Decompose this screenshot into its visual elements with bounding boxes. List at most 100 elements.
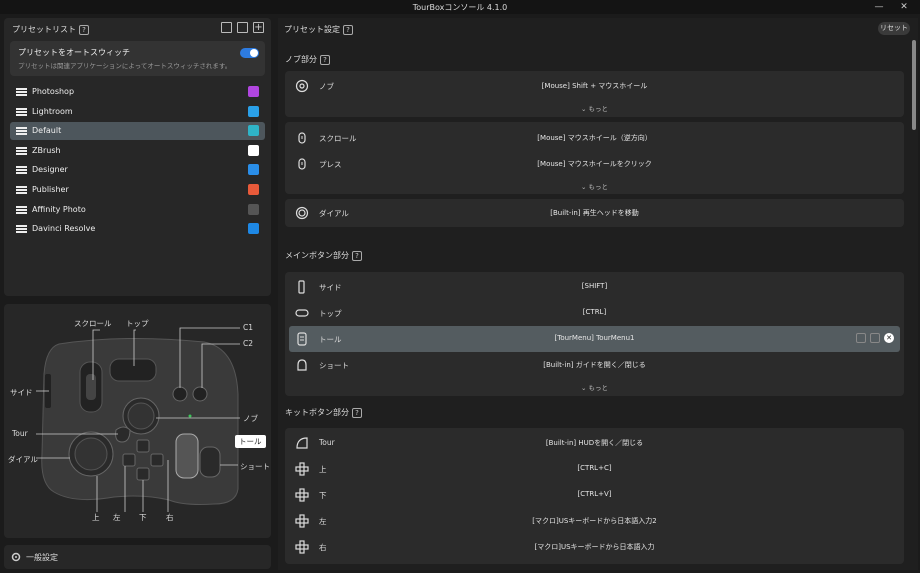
knob-card: ノブ [Mouse] Shift + マウスホイール ⌄ もっと — [285, 71, 904, 117]
preset-name: Publisher — [32, 185, 69, 194]
drag-handle-icon[interactable] — [16, 127, 27, 136]
preset-list-panel: プリセットリスト? + プリセットをオートスウィッチ プリセットは関連アプリケー… — [4, 18, 271, 296]
gear-icon — [11, 552, 21, 562]
preset-settings-panel: プリセット設定? リセット ノブ部分? ノブ [Mouse] Shift + マウ… — [278, 18, 918, 570]
label-tall[interactable]: トール — [235, 435, 266, 448]
preset-name: ZBrush — [32, 145, 61, 155]
top-icon — [295, 309, 309, 317]
import-icon[interactable] — [237, 22, 248, 33]
auto-switch-toggle[interactable] — [240, 48, 259, 58]
mapping-row[interactable]: 下 [CTRL+V] — [289, 482, 900, 508]
preset-item[interactable]: Publisher — [10, 181, 265, 199]
mapping-value: [Mouse] マウスホイールをクリック — [537, 160, 652, 168]
auto-switch-subtitle: プリセットは関連アプリケーションによってオートスウィッチされます。 — [18, 62, 232, 70]
chevron-down-icon: ⌄ — [580, 183, 589, 191]
side-icon — [298, 280, 305, 294]
mapping-name: ダイアル — [319, 209, 349, 218]
mapping-row[interactable]: ノブ [Mouse] Shift + マウスホイール — [289, 73, 900, 99]
more-toggle[interactable]: ⌄ もっと — [285, 181, 904, 191]
app-title: TourBoxコンソール 4.1.0 — [412, 3, 508, 12]
mapping-row[interactable]: スクロール [Mouse] マウスホイール（逆方向） — [289, 125, 900, 151]
drag-handle-icon[interactable] — [16, 205, 27, 214]
mapping-value: [CTRL+C] — [577, 464, 612, 472]
export-icon[interactable] — [221, 22, 232, 33]
drag-handle-icon[interactable] — [16, 186, 27, 194]
auto-switch-title: プリセットをオートスウィッチ — [18, 48, 130, 57]
mapping-row[interactable]: ショート [Built-in] ガイドを開く／閉じる — [289, 352, 900, 378]
mapping-name: スクロール — [319, 134, 357, 143]
mapping-name: 下 — [319, 491, 327, 500]
chevron-down-icon: ⌄ — [580, 105, 589, 113]
clear-icon[interactable]: ✕ — [884, 333, 894, 343]
chevron-down-icon: ⌄ — [580, 384, 589, 392]
help-icon[interactable]: ? — [79, 25, 89, 35]
add-preset-icon[interactable]: + — [253, 22, 264, 33]
app-icon — [248, 105, 259, 117]
preset-item[interactable]: Default — [10, 122, 265, 141]
app-icon — [248, 184, 259, 195]
app-icon — [248, 86, 259, 97]
more-toggle[interactable]: ⌄ もっと — [285, 382, 904, 392]
close-icon[interactable]: ✕ — [897, 1, 911, 13]
help-icon[interactable]: ? — [352, 408, 362, 418]
help-icon[interactable]: ? — [352, 251, 362, 261]
drag-handle-icon[interactable] — [16, 225, 27, 234]
mapping-row[interactable]: 右 [マクロ]USキーボードから日本語入力 — [289, 534, 900, 560]
drag-handle-icon[interactable] — [16, 88, 27, 96]
dial-icon — [295, 206, 309, 220]
label-top: トップ — [126, 319, 149, 328]
preset-item[interactable]: Affinity Photo — [10, 201, 265, 219]
scroll-icon — [298, 158, 306, 170]
device-diagram-panel: スクロール トップ C1 C2 サイド ノブ Tour トール ダイアル ショー… — [4, 304, 271, 538]
preset-name: Default — [32, 126, 62, 136]
tour-icon — [296, 437, 308, 449]
dpad-icon — [295, 462, 309, 476]
preset-item[interactable]: Lightroom — [10, 103, 265, 121]
preset-item[interactable]: Designer — [10, 161, 265, 179]
mapping-row[interactable]: サイド [SHIFT] — [289, 274, 900, 300]
more-label: もっと — [588, 384, 609, 392]
edit-icon[interactable] — [856, 333, 866, 343]
section-knob-title: ノブ部分 — [285, 55, 317, 64]
label-dial: ダイアル — [8, 455, 38, 464]
preset-name: Affinity Photo — [32, 204, 86, 214]
preset-list-header: プリセットリスト? — [12, 24, 89, 35]
drag-handle-icon[interactable] — [16, 166, 27, 175]
preset-item[interactable]: Photoshop — [10, 83, 265, 101]
preset-list-title: プリセットリスト — [12, 25, 76, 34]
app-icon — [248, 164, 259, 176]
scroll-icon — [298, 132, 306, 144]
mapping-row[interactable]: プレス [Mouse] マウスホイールをクリック — [289, 151, 900, 177]
preset-name: Photoshop — [32, 87, 75, 96]
label-knob: ノブ — [243, 414, 258, 423]
help-icon[interactable]: ? — [320, 55, 330, 65]
section-kit: キットボタン部分? — [285, 407, 362, 418]
auto-switch-box: プリセットをオートスウィッチ プリセットは関連アプリケーションによってオートスウ… — [10, 41, 265, 76]
copy-icon[interactable] — [870, 333, 880, 343]
kit-buttons-card: Tour [Built-in] HUDを開く／閉じる上 [CTRL+C] 下 [CTRL… — [285, 428, 904, 564]
main-buttons-card: サイド [SHIFT] トップ [CTRL] トール [TourMenu] TourMen… — [285, 272, 904, 396]
general-settings-button[interactable]: 一般設定 — [4, 545, 271, 569]
help-icon[interactable]: ? — [343, 25, 353, 35]
reset-button[interactable]: リセット — [878, 22, 910, 35]
preset-settings-header: プリセット設定? — [284, 24, 353, 35]
scrollbar-thumb[interactable] — [912, 40, 916, 130]
drag-handle-icon[interactable] — [16, 146, 27, 155]
minimize-icon[interactable]: — — [872, 1, 886, 13]
mapping-row[interactable]: トップ [CTRL] — [289, 300, 900, 326]
drag-handle-icon[interactable] — [16, 107, 27, 116]
mapping-value: [Built-in] HUDを開く／閉じる — [545, 439, 644, 447]
mapping-row[interactable]: 上 [CTRL+C] — [289, 456, 900, 482]
preset-item[interactable]: ZBrush — [10, 142, 265, 160]
section-main-title: メインボタン部分 — [285, 251, 349, 260]
preset-item[interactable]: Davinci Resolve — [10, 220, 265, 238]
mapping-row[interactable]: 左 [マクロ]USキーボードから日本語入力2 — [289, 508, 900, 534]
label-short: ショート — [240, 462, 270, 471]
app-icon — [248, 203, 259, 215]
more-toggle[interactable]: ⌄ もっと — [285, 103, 904, 113]
mapping-value: [CTRL] — [582, 308, 607, 316]
mapping-row[interactable]: ダイアル [Built-in] 再生ヘッドを移動 — [289, 200, 900, 226]
mapping-value: [TourMenu] TourMenu1 — [554, 334, 635, 342]
mapping-row[interactable]: トール [TourMenu] TourMenu1 ✕ — [289, 326, 900, 352]
mapping-row[interactable]: Tour [Built-in] HUDを開く／閉じる — [289, 430, 900, 456]
